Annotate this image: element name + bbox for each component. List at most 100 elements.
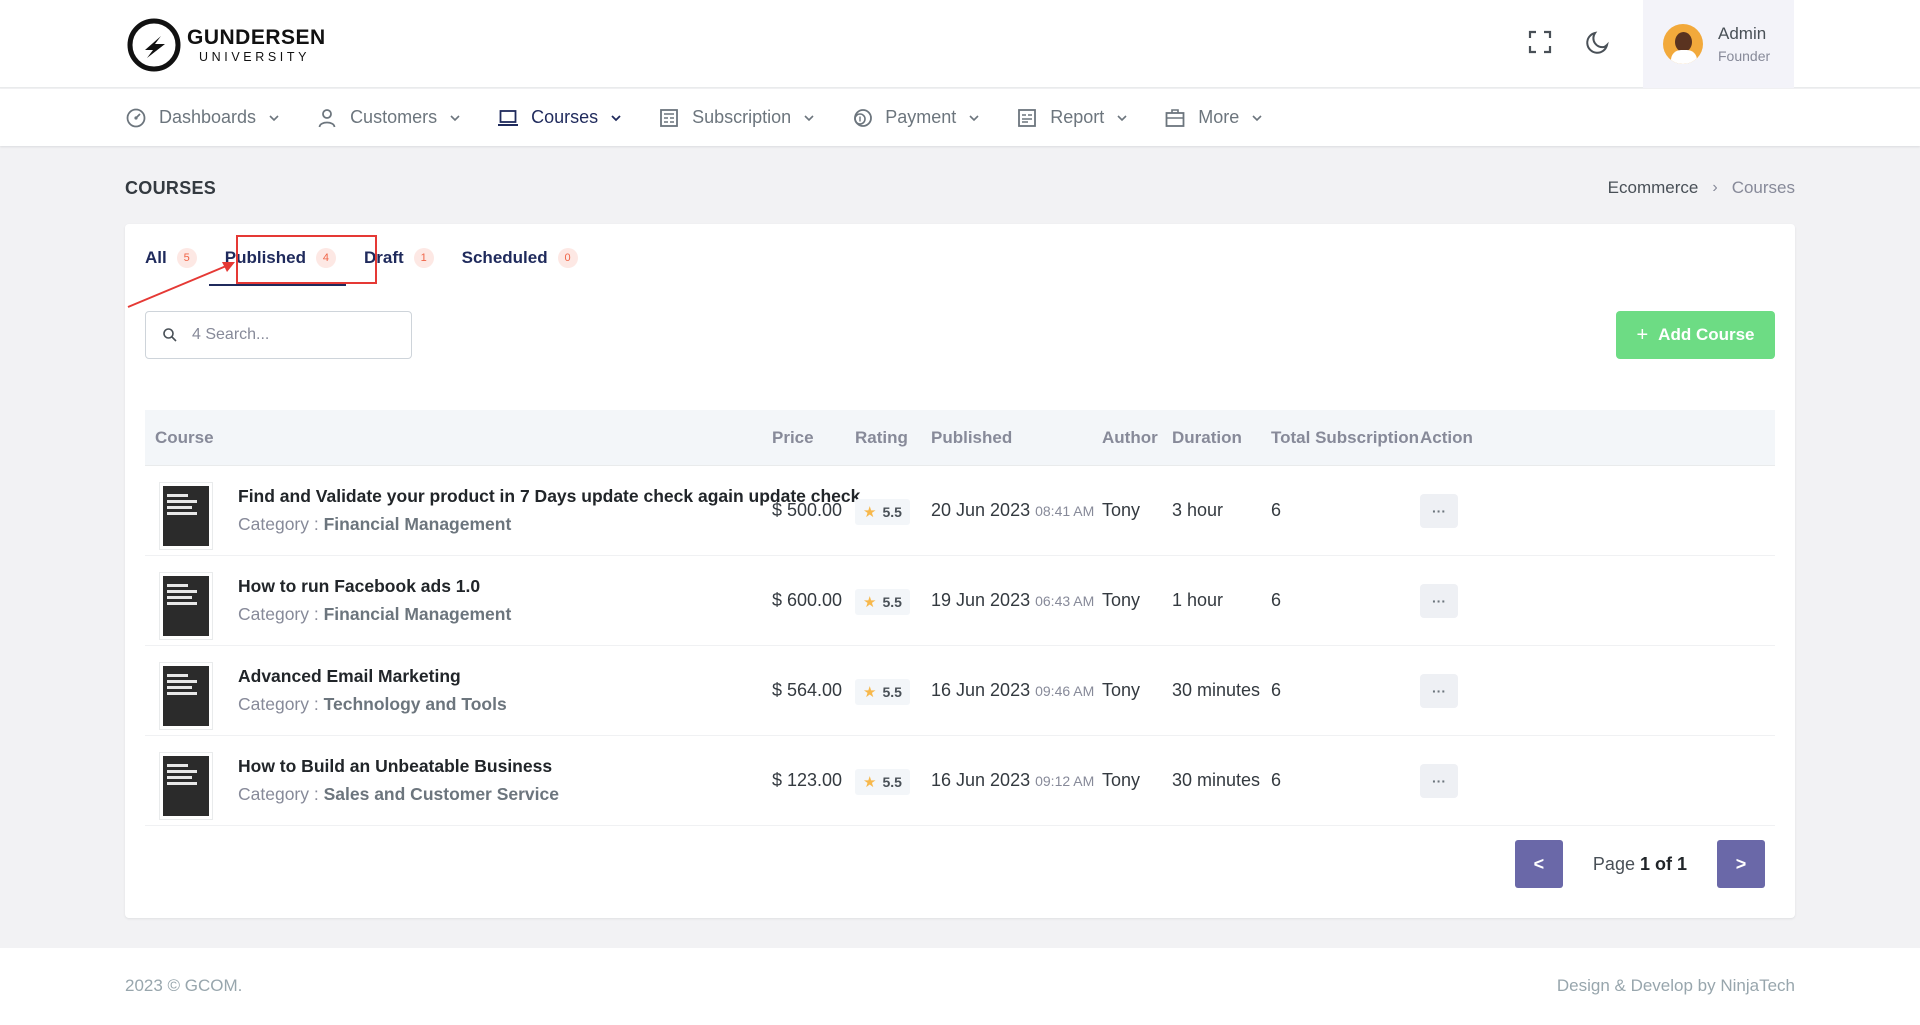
col-action: Action [1420, 427, 1473, 447]
dark-mode-moon-icon[interactable] [1584, 28, 1612, 56]
nav-customers[interactable]: Customers [316, 107, 461, 129]
course-category: Category : Sales and Customer Service [238, 784, 559, 805]
course-author: Tony [1102, 680, 1141, 700]
course-price: $ 564.00 [772, 680, 843, 700]
search-icon [163, 328, 177, 342]
course-title-link[interactable]: Find and Validate your product in 7 Days… [238, 486, 860, 507]
add-course-label: Add Course [1658, 325, 1755, 344]
nav-more[interactable]: More [1164, 107, 1263, 129]
course-author: Tony [1102, 590, 1141, 610]
breadcrumb-ecommerce[interactable]: Ecommerce [1608, 178, 1699, 198]
published-day: 16 Jun 2023 [931, 680, 1031, 700]
published-date: 19 Jun 2023 06:43 AM [931, 590, 1094, 611]
table-row: How to run Facebook ads 1.0 Category : F… [145, 556, 1775, 646]
row-actions-button[interactable]: ··· [1420, 674, 1458, 708]
chevron-down-icon [450, 114, 460, 121]
course-subscriptions: 6 [1271, 590, 1282, 610]
star-icon: ★ [863, 774, 877, 791]
course-category: Category : Financial Management [238, 514, 511, 535]
course-title-link[interactable]: How to Build an Unbeatable Business [238, 756, 552, 777]
next-page-button[interactable]: > [1717, 840, 1765, 888]
user-role: Founder [1718, 47, 1771, 64]
search-input[interactable] [192, 326, 392, 344]
dashboard-icon [126, 108, 146, 127]
course-subscriptions: 6 [1271, 500, 1282, 520]
course-duration: 30 minutes [1172, 680, 1261, 700]
table-row: Advanced Email Marketing Category : Tech… [145, 646, 1775, 736]
category-label: Category : [238, 784, 324, 804]
col-course[interactable]: Course [155, 428, 214, 448]
nav-dashboards-label: Dashboards [159, 107, 257, 127]
page-indicator: Page 1 of 1 [1593, 854, 1687, 875]
row-actions-button[interactable]: ··· [1420, 764, 1458, 798]
published-day: 19 Jun 2023 [931, 590, 1031, 610]
row-actions-button[interactable]: ··· [1420, 584, 1458, 618]
briefcase-icon [1165, 108, 1185, 127]
col-duration[interactable]: Duration [1172, 428, 1242, 448]
courses-card: All 5 Published 4 Draft 1 Scheduled 0 + … [125, 224, 1795, 918]
nav-report[interactable]: Report [1016, 107, 1128, 129]
rating-value: 5.5 [882, 594, 902, 610]
course-price: $ 500.00 [772, 500, 843, 520]
course-thumbnail [160, 573, 212, 639]
table-header: Course Price Rating Published Author Dur… [145, 410, 1775, 466]
brand-logo[interactable]: GUNDERSEN UNIVERSITY [125, 16, 326, 74]
course-subscriptions: 6 [1271, 770, 1282, 790]
col-published[interactable]: Published [931, 428, 1012, 448]
published-date: 16 Jun 2023 09:46 AM [931, 680, 1094, 701]
breadcrumb-current: Courses [1731, 178, 1795, 197]
course-thumbnail [160, 753, 212, 819]
user-profile-menu[interactable]: Admin Founder [1643, 0, 1794, 88]
plus-icon: + [1636, 323, 1649, 346]
col-author[interactable]: Author [1102, 428, 1158, 448]
table-row: How to Build an Unbeatable Business Cate… [145, 736, 1775, 826]
published-date: 16 Jun 2023 09:12 AM [931, 770, 1094, 791]
rating-badge: ★ 5.5 [855, 589, 910, 615]
newspaper-icon [660, 108, 679, 127]
main-navigation: Dashboards Customers Courses Subscriptio… [0, 89, 1920, 146]
nav-dashboards[interactable]: Dashboards [125, 107, 280, 129]
rating-badge: ★ 5.5 [855, 499, 910, 525]
rating-badge: ★ 5.5 [855, 769, 910, 795]
nav-payment[interactable]: Payment [851, 107, 980, 129]
published-time: 09:12 AM [1035, 773, 1095, 789]
row-actions-button[interactable]: ··· [1420, 494, 1458, 528]
chevron-right-icon: › [1712, 179, 1718, 196]
course-category: Category : Financial Management [238, 604, 511, 625]
brand-name: GUNDERSEN [187, 25, 326, 49]
nav-courses[interactable]: Courses [497, 107, 622, 129]
category-label: Category : [238, 694, 324, 714]
avatar [1663, 24, 1703, 64]
laptop-icon [498, 109, 519, 126]
search-box[interactable] [145, 311, 412, 359]
page-title: COURSES [125, 178, 217, 198]
brand-subtitle: UNIVERSITY [199, 49, 311, 64]
nav-courses-label: Courses [531, 107, 599, 127]
course-duration: 3 hour [1172, 500, 1224, 520]
category-label: Category : [238, 604, 324, 624]
add-course-button[interactable]: + Add Course [1616, 311, 1775, 359]
published-date: 20 Jun 2023 08:41 AM [931, 500, 1094, 521]
course-duration: 1 hour [1172, 590, 1224, 610]
col-total-subscription[interactable]: Total Subscription [1271, 428, 1419, 448]
rating-badge: ★ 5.5 [855, 679, 910, 705]
page-label: Page [1592, 853, 1635, 874]
page-current: 1 of 1 [1639, 853, 1687, 874]
course-title-link[interactable]: Advanced Email Marketing [238, 666, 461, 687]
published-day: 16 Jun 2023 [931, 770, 1031, 790]
col-price[interactable]: Price [772, 428, 814, 448]
user-name: Admin [1718, 23, 1767, 43]
prev-page-button[interactable]: < [1514, 840, 1563, 888]
category-value: Financial Management [323, 604, 512, 624]
published-time: 06:43 AM [1035, 593, 1095, 609]
published-time: 09:46 AM [1035, 683, 1095, 699]
course-thumbnail [160, 483, 212, 549]
category-value: Financial Management [323, 514, 512, 534]
tab-scheduled[interactable]: Scheduled 0 [462, 224, 578, 292]
nav-subscription[interactable]: Subscription [658, 107, 815, 129]
col-rating[interactable]: Rating [855, 428, 908, 448]
course-title-link[interactable]: How to run Facebook ads 1.0 [238, 576, 480, 597]
tab-scheduled-count-badge: 0 [557, 248, 578, 268]
fullscreen-icon[interactable] [1526, 28, 1554, 56]
chevron-down-icon [1117, 114, 1127, 121]
